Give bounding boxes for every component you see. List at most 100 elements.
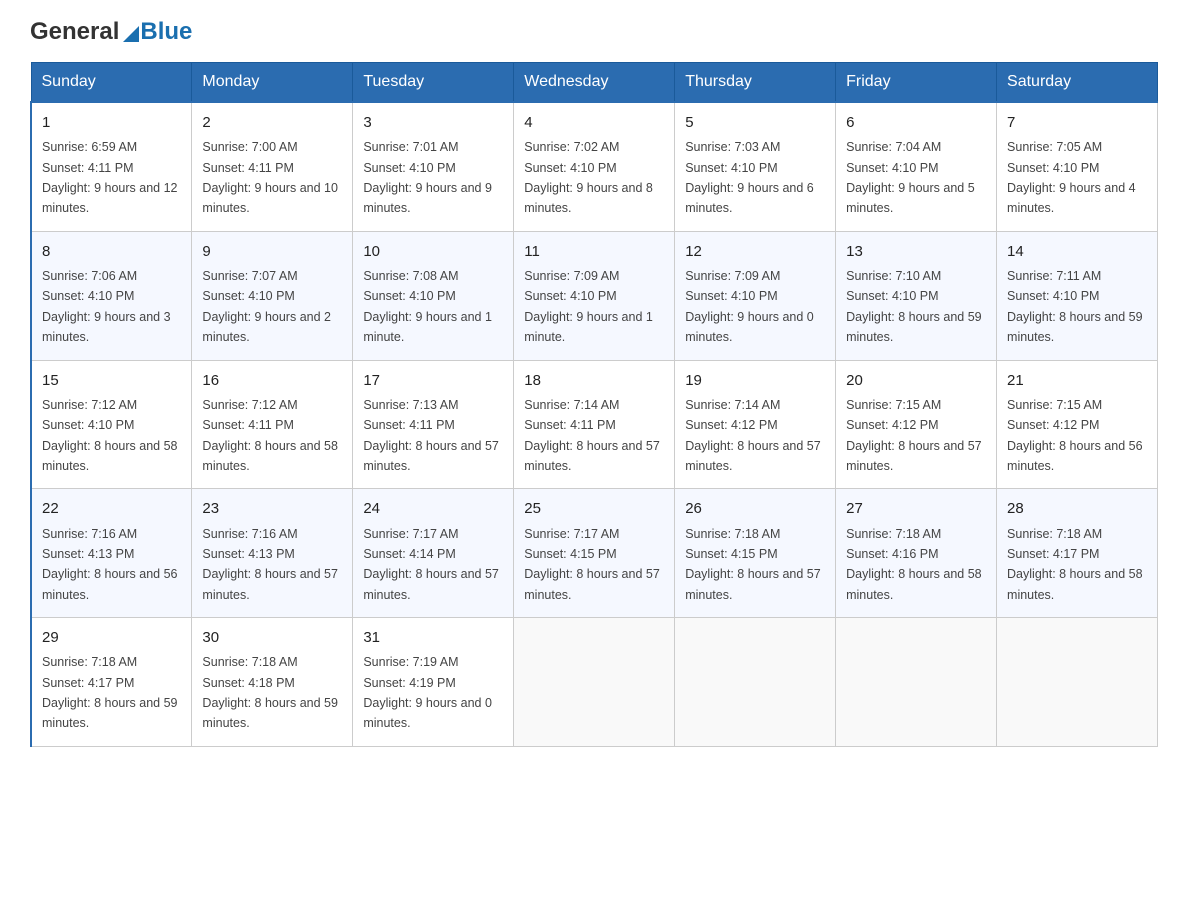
day-number: 22	[42, 497, 181, 520]
day-info: Sunrise: 7:10 AMSunset: 4:10 PMDaylight:…	[846, 269, 982, 344]
day-number: 2	[202, 111, 342, 134]
logo-wordmark: General	[30, 20, 139, 44]
days-of-week-row: SundayMondayTuesdayWednesdayThursdayFrid…	[31, 63, 1158, 103]
calendar-cell: 16 Sunrise: 7:12 AMSunset: 4:11 PMDaylig…	[192, 360, 353, 489]
calendar-cell: 9 Sunrise: 7:07 AMSunset: 4:10 PMDayligh…	[192, 231, 353, 360]
calendar-cell: 27 Sunrise: 7:18 AMSunset: 4:16 PMDaylig…	[836, 489, 997, 618]
calendar-table: SundayMondayTuesdayWednesdayThursdayFrid…	[30, 62, 1158, 747]
day-number: 24	[363, 497, 503, 520]
calendar-cell: 19 Sunrise: 7:14 AMSunset: 4:12 PMDaylig…	[675, 360, 836, 489]
day-info: Sunrise: 7:00 AMSunset: 4:11 PMDaylight:…	[202, 140, 338, 215]
day-info: Sunrise: 7:13 AMSunset: 4:11 PMDaylight:…	[363, 398, 499, 473]
day-info: Sunrise: 7:08 AMSunset: 4:10 PMDaylight:…	[363, 269, 492, 344]
header-wednesday: Wednesday	[514, 63, 675, 103]
logo-general: General	[30, 20, 119, 44]
logo-blue-text: Blue	[140, 20, 192, 44]
day-number: 29	[42, 626, 181, 649]
calendar-cell: 7 Sunrise: 7:05 AMSunset: 4:10 PMDayligh…	[997, 102, 1158, 231]
day-number: 21	[1007, 369, 1147, 392]
calendar-cell: 18 Sunrise: 7:14 AMSunset: 4:11 PMDaylig…	[514, 360, 675, 489]
day-number: 6	[846, 111, 986, 134]
day-number: 8	[42, 240, 181, 263]
calendar-cell: 28 Sunrise: 7:18 AMSunset: 4:17 PMDaylig…	[997, 489, 1158, 618]
day-info: Sunrise: 7:17 AMSunset: 4:14 PMDaylight:…	[363, 527, 499, 602]
day-number: 18	[524, 369, 664, 392]
calendar-cell: 29 Sunrise: 7:18 AMSunset: 4:17 PMDaylig…	[31, 618, 192, 747]
day-number: 15	[42, 369, 181, 392]
calendar-cell	[514, 618, 675, 747]
calendar-header: SundayMondayTuesdayWednesdayThursdayFrid…	[31, 63, 1158, 103]
day-info: Sunrise: 6:59 AMSunset: 4:11 PMDaylight:…	[42, 140, 178, 215]
calendar-cell: 26 Sunrise: 7:18 AMSunset: 4:15 PMDaylig…	[675, 489, 836, 618]
calendar-cell: 11 Sunrise: 7:09 AMSunset: 4:10 PMDaylig…	[514, 231, 675, 360]
day-info: Sunrise: 7:18 AMSunset: 4:16 PMDaylight:…	[846, 527, 982, 602]
day-info: Sunrise: 7:05 AMSunset: 4:10 PMDaylight:…	[1007, 140, 1136, 215]
calendar-cell: 5 Sunrise: 7:03 AMSunset: 4:10 PMDayligh…	[675, 102, 836, 231]
day-info: Sunrise: 7:16 AMSunset: 4:13 PMDaylight:…	[42, 527, 178, 602]
day-number: 31	[363, 626, 503, 649]
day-number: 12	[685, 240, 825, 263]
week-row-2: 8 Sunrise: 7:06 AMSunset: 4:10 PMDayligh…	[31, 231, 1158, 360]
calendar-cell	[836, 618, 997, 747]
day-number: 23	[202, 497, 342, 520]
day-number: 14	[1007, 240, 1147, 263]
calendar-cell	[997, 618, 1158, 747]
day-info: Sunrise: 7:14 AMSunset: 4:12 PMDaylight:…	[685, 398, 821, 473]
calendar-cell: 8 Sunrise: 7:06 AMSunset: 4:10 PMDayligh…	[31, 231, 192, 360]
calendar-cell: 23 Sunrise: 7:16 AMSunset: 4:13 PMDaylig…	[192, 489, 353, 618]
day-info: Sunrise: 7:18 AMSunset: 4:17 PMDaylight:…	[1007, 527, 1143, 602]
day-number: 1	[42, 111, 181, 134]
calendar-cell: 31 Sunrise: 7:19 AMSunset: 4:19 PMDaylig…	[353, 618, 514, 747]
day-info: Sunrise: 7:18 AMSunset: 4:17 PMDaylight:…	[42, 655, 178, 730]
day-info: Sunrise: 7:09 AMSunset: 4:10 PMDaylight:…	[524, 269, 653, 344]
day-number: 25	[524, 497, 664, 520]
calendar-cell: 22 Sunrise: 7:16 AMSunset: 4:13 PMDaylig…	[31, 489, 192, 618]
calendar-cell: 13 Sunrise: 7:10 AMSunset: 4:10 PMDaylig…	[836, 231, 997, 360]
header-sunday: Sunday	[31, 63, 192, 103]
calendar-cell: 2 Sunrise: 7:00 AMSunset: 4:11 PMDayligh…	[192, 102, 353, 231]
day-number: 28	[1007, 497, 1147, 520]
day-number: 3	[363, 111, 503, 134]
day-info: Sunrise: 7:17 AMSunset: 4:15 PMDaylight:…	[524, 527, 660, 602]
day-number: 11	[524, 240, 664, 263]
week-row-5: 29 Sunrise: 7:18 AMSunset: 4:17 PMDaylig…	[31, 618, 1158, 747]
logo: General Blue	[30, 20, 192, 44]
calendar-cell: 1 Sunrise: 6:59 AMSunset: 4:11 PMDayligh…	[31, 102, 192, 231]
day-number: 30	[202, 626, 342, 649]
day-number: 7	[1007, 111, 1147, 134]
day-info: Sunrise: 7:12 AMSunset: 4:10 PMDaylight:…	[42, 398, 178, 473]
day-info: Sunrise: 7:15 AMSunset: 4:12 PMDaylight:…	[846, 398, 982, 473]
day-info: Sunrise: 7:14 AMSunset: 4:11 PMDaylight:…	[524, 398, 660, 473]
day-number: 4	[524, 111, 664, 134]
day-info: Sunrise: 7:09 AMSunset: 4:10 PMDaylight:…	[685, 269, 814, 344]
calendar-cell: 30 Sunrise: 7:18 AMSunset: 4:18 PMDaylig…	[192, 618, 353, 747]
day-info: Sunrise: 7:12 AMSunset: 4:11 PMDaylight:…	[202, 398, 338, 473]
calendar-cell: 4 Sunrise: 7:02 AMSunset: 4:10 PMDayligh…	[514, 102, 675, 231]
day-number: 27	[846, 497, 986, 520]
calendar-cell: 15 Sunrise: 7:12 AMSunset: 4:10 PMDaylig…	[31, 360, 192, 489]
calendar-cell: 20 Sunrise: 7:15 AMSunset: 4:12 PMDaylig…	[836, 360, 997, 489]
header-monday: Monday	[192, 63, 353, 103]
day-number: 9	[202, 240, 342, 263]
day-info: Sunrise: 7:11 AMSunset: 4:10 PMDaylight:…	[1007, 269, 1143, 344]
header-thursday: Thursday	[675, 63, 836, 103]
day-info: Sunrise: 7:19 AMSunset: 4:19 PMDaylight:…	[363, 655, 492, 730]
day-number: 26	[685, 497, 825, 520]
day-info: Sunrise: 7:04 AMSunset: 4:10 PMDaylight:…	[846, 140, 975, 215]
calendar-cell: 10 Sunrise: 7:08 AMSunset: 4:10 PMDaylig…	[353, 231, 514, 360]
day-number: 10	[363, 240, 503, 263]
calendar-cell: 24 Sunrise: 7:17 AMSunset: 4:14 PMDaylig…	[353, 489, 514, 618]
calendar-cell: 21 Sunrise: 7:15 AMSunset: 4:12 PMDaylig…	[997, 360, 1158, 489]
header-tuesday: Tuesday	[353, 63, 514, 103]
day-number: 13	[846, 240, 986, 263]
calendar-cell: 3 Sunrise: 7:01 AMSunset: 4:10 PMDayligh…	[353, 102, 514, 231]
day-info: Sunrise: 7:03 AMSunset: 4:10 PMDaylight:…	[685, 140, 814, 215]
week-row-1: 1 Sunrise: 6:59 AMSunset: 4:11 PMDayligh…	[31, 102, 1158, 231]
calendar-cell: 12 Sunrise: 7:09 AMSunset: 4:10 PMDaylig…	[675, 231, 836, 360]
day-number: 16	[202, 369, 342, 392]
day-info: Sunrise: 7:06 AMSunset: 4:10 PMDaylight:…	[42, 269, 171, 344]
day-info: Sunrise: 7:01 AMSunset: 4:10 PMDaylight:…	[363, 140, 492, 215]
day-info: Sunrise: 7:18 AMSunset: 4:18 PMDaylight:…	[202, 655, 338, 730]
day-info: Sunrise: 7:18 AMSunset: 4:15 PMDaylight:…	[685, 527, 821, 602]
calendar-cell: 14 Sunrise: 7:11 AMSunset: 4:10 PMDaylig…	[997, 231, 1158, 360]
